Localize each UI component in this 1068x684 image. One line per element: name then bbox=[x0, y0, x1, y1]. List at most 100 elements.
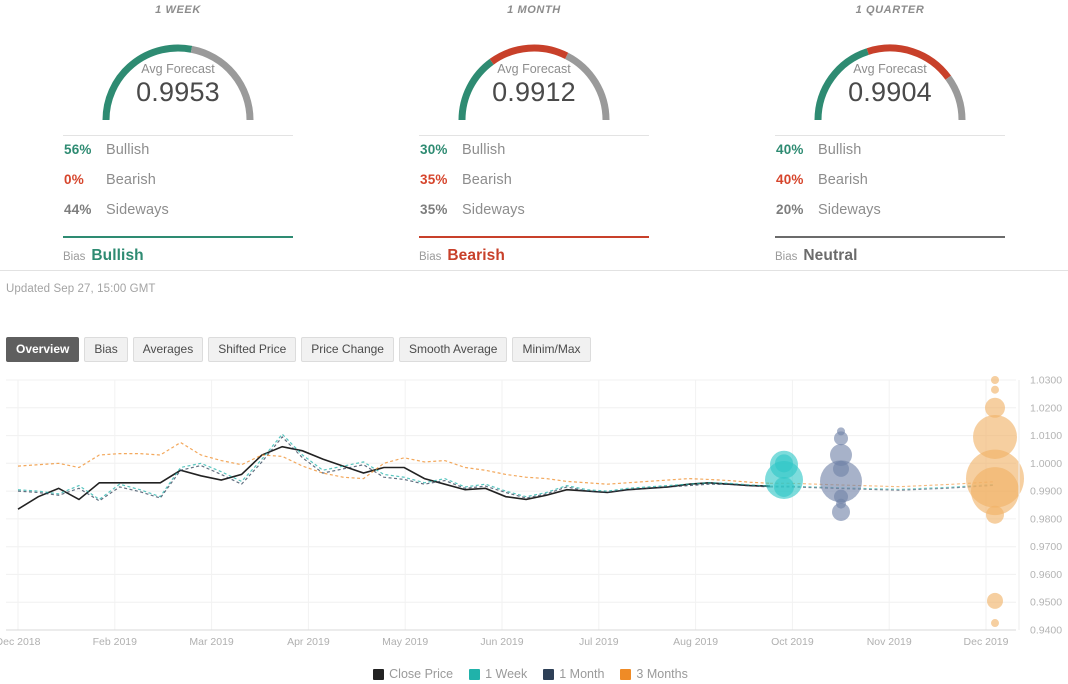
gauge: Avg Forecast 0.9912 bbox=[419, 22, 649, 122]
forecast-bubble[interactable] bbox=[987, 592, 1003, 609]
sentiment-stats: 56% Bullish 0% Bearish 44% Sideways bbox=[63, 136, 293, 232]
panel-inner: 1 MONTH Avg Forecast 0.9912 30% Bullish 35% Be… bbox=[419, 0, 649, 265]
legend-label: 1 Week bbox=[485, 667, 528, 681]
y-axis-tick: 1.0000 bbox=[1030, 458, 1062, 470]
chart-tabs: Overview Bias Averages Shifted Price Price C… bbox=[6, 337, 591, 362]
forecast-tail-3-months bbox=[770, 481, 996, 488]
stat-label: Bearish bbox=[818, 172, 868, 188]
gauge-segment-sideways bbox=[945, 75, 966, 121]
tab-overview[interactable]: Overview bbox=[6, 337, 80, 362]
stat-label: Bullish bbox=[462, 142, 506, 158]
bias-line: Bias Neutral bbox=[775, 238, 1005, 265]
stat-label: Bearish bbox=[462, 172, 512, 188]
sentiment-stats: 30% Bullish 35% Bearish 35% Sideways bbox=[419, 136, 649, 232]
legend-swatch-icon bbox=[469, 668, 481, 680]
gauge: Avg Forecast 0.9953 bbox=[63, 22, 293, 122]
x-axis-tick: Feb 2019 bbox=[93, 636, 138, 648]
x-axis-labels: Dec 2018 Feb 2019 Mar 2019 Apr 2019 May 2019… bbox=[0, 636, 1009, 648]
x-axis-tick: Nov 2019 bbox=[867, 636, 912, 648]
bias-line: Bias Bearish bbox=[419, 238, 649, 265]
forecast-panel-1-week: 1 WEEK Avg Forecast 0.9953 56% Bullish 0% Bear… bbox=[0, 0, 356, 270]
y-axis-tick: 0.9800 bbox=[1030, 513, 1062, 525]
panel-inner: 1 QUARTER Avg Forecast 0.9904 40% Bullish 40%… bbox=[775, 0, 1005, 265]
bias-caption: Bias bbox=[775, 251, 798, 263]
stat-label: Sideways bbox=[462, 202, 525, 218]
forecast-bubble[interactable] bbox=[991, 376, 999, 384]
x-axis-tick: Jul 2019 bbox=[579, 636, 619, 648]
y-axis-tick: 0.9500 bbox=[1030, 597, 1062, 609]
gauge-segment-bearish bbox=[489, 44, 569, 65]
y-axis-labels: 1.0300 1.0200 1.0100 1.0000 0.9900 0.9800 0.97… bbox=[1030, 375, 1062, 637]
stat-percent: 20% bbox=[776, 202, 804, 217]
legend-item-close-price[interactable]: Close Price bbox=[373, 667, 453, 681]
forecast-bubble[interactable] bbox=[834, 431, 848, 446]
bubble-cluster-3-months[interactable] bbox=[966, 376, 1024, 628]
tab-price-change[interactable]: Price Change bbox=[301, 337, 394, 362]
forecast-chart[interactable]: 1.0300 1.0200 1.0100 1.0000 0.9900 0.9800 0.97… bbox=[0, 372, 1068, 684]
forecast-bubble[interactable] bbox=[832, 502, 850, 521]
series-line-close-price bbox=[17, 445, 771, 510]
forecast-bubble[interactable] bbox=[991, 385, 999, 394]
y-axis-tick: 0.9700 bbox=[1030, 541, 1062, 553]
stat-row-bearish: 35% Bearish bbox=[419, 172, 649, 202]
gauge-segment-sideways bbox=[565, 52, 610, 121]
y-axis-tick: 1.0200 bbox=[1030, 402, 1062, 414]
stat-label: Sideways bbox=[818, 202, 881, 218]
legend-swatch-icon bbox=[620, 668, 632, 680]
stat-percent: 40% bbox=[776, 172, 804, 187]
bubble-cluster-1-month[interactable] bbox=[820, 427, 862, 521]
stat-percent: 35% bbox=[420, 172, 448, 187]
tab-shifted-price[interactable]: Shifted Price bbox=[208, 337, 297, 362]
x-axis-tick: May 2019 bbox=[382, 636, 428, 648]
legend-label: 1 Month bbox=[559, 667, 605, 681]
legend-item-3-months[interactable]: 3 Months bbox=[620, 667, 688, 681]
forecast-bubble[interactable] bbox=[985, 397, 1005, 418]
panel-title: 1 MONTH bbox=[507, 4, 561, 16]
legend-item-1-month[interactable]: 1 Month bbox=[543, 667, 604, 681]
x-axis-tick: Oct 2019 bbox=[771, 636, 814, 648]
stat-row-bearish: 0% Bearish bbox=[63, 172, 293, 202]
stat-percent: 56% bbox=[64, 142, 92, 157]
stat-row-bullish: 40% Bullish bbox=[775, 142, 1005, 172]
stat-row-bearish: 40% Bearish bbox=[775, 172, 1005, 202]
bubble-cluster-1-week[interactable] bbox=[765, 450, 803, 499]
chart-legend: Close Price 1 Week 1 Month 3 Months bbox=[0, 667, 1068, 681]
legend-item-1-week[interactable]: 1 Week bbox=[469, 667, 527, 681]
x-axis-tick: Aug 2019 bbox=[673, 636, 718, 648]
x-axis-tick: Apr 2019 bbox=[287, 636, 330, 648]
gauge-arc bbox=[102, 44, 254, 121]
forecast-panel-1-month: 1 MONTH Avg Forecast 0.9912 30% Bullish 35% Be… bbox=[356, 0, 712, 270]
tab-averages[interactable]: Averages bbox=[132, 337, 204, 362]
legend-swatch-icon bbox=[543, 668, 555, 680]
stat-percent: 35% bbox=[420, 202, 448, 217]
gauge-segment-bullish bbox=[458, 58, 494, 121]
y-axis-tick: 0.9600 bbox=[1030, 569, 1062, 581]
stat-label: Bullish bbox=[106, 142, 150, 158]
gauge-segment-sideways bbox=[190, 45, 254, 121]
gauge: Avg Forecast 0.9904 bbox=[775, 22, 1005, 122]
y-axis-tick: 1.0100 bbox=[1030, 430, 1062, 442]
x-axis-tick: Jun 2019 bbox=[480, 636, 523, 648]
y-axis-tick: 0.9900 bbox=[1030, 486, 1062, 498]
gauge-segment-bullish bbox=[102, 44, 193, 121]
tab-smooth-average[interactable]: Smooth Average bbox=[398, 337, 508, 362]
tab-bias[interactable]: Bias bbox=[84, 337, 128, 362]
stat-label: Sideways bbox=[106, 202, 169, 218]
gauge-arc bbox=[814, 44, 966, 121]
tab-minim-max[interactable]: Minim/Max bbox=[512, 337, 591, 362]
stat-row-sideways: 20% Sideways bbox=[775, 202, 1005, 232]
stat-percent: 30% bbox=[420, 142, 448, 157]
legend-swatch-icon bbox=[373, 668, 385, 680]
panel-title: 1 WEEK bbox=[155, 4, 201, 16]
forecast-bubble[interactable] bbox=[774, 476, 794, 497]
sentiment-stats: 40% Bullish 40% Bearish 20% Sideways bbox=[775, 136, 1005, 232]
forecast-panels: 1 WEEK Avg Forecast 0.9953 56% Bullish 0% Bear… bbox=[0, 0, 1068, 270]
forecast-bubble[interactable] bbox=[991, 619, 999, 628]
stat-percent: 0% bbox=[64, 172, 84, 187]
stat-percent: 44% bbox=[64, 202, 92, 217]
gauge-arc bbox=[458, 44, 610, 121]
forecast-bubble[interactable] bbox=[986, 505, 1004, 524]
stat-row-bullish: 56% Bullish bbox=[63, 142, 293, 172]
bias-caption: Bias bbox=[419, 251, 442, 263]
x-axis-tick: Dec 2018 bbox=[0, 636, 41, 648]
